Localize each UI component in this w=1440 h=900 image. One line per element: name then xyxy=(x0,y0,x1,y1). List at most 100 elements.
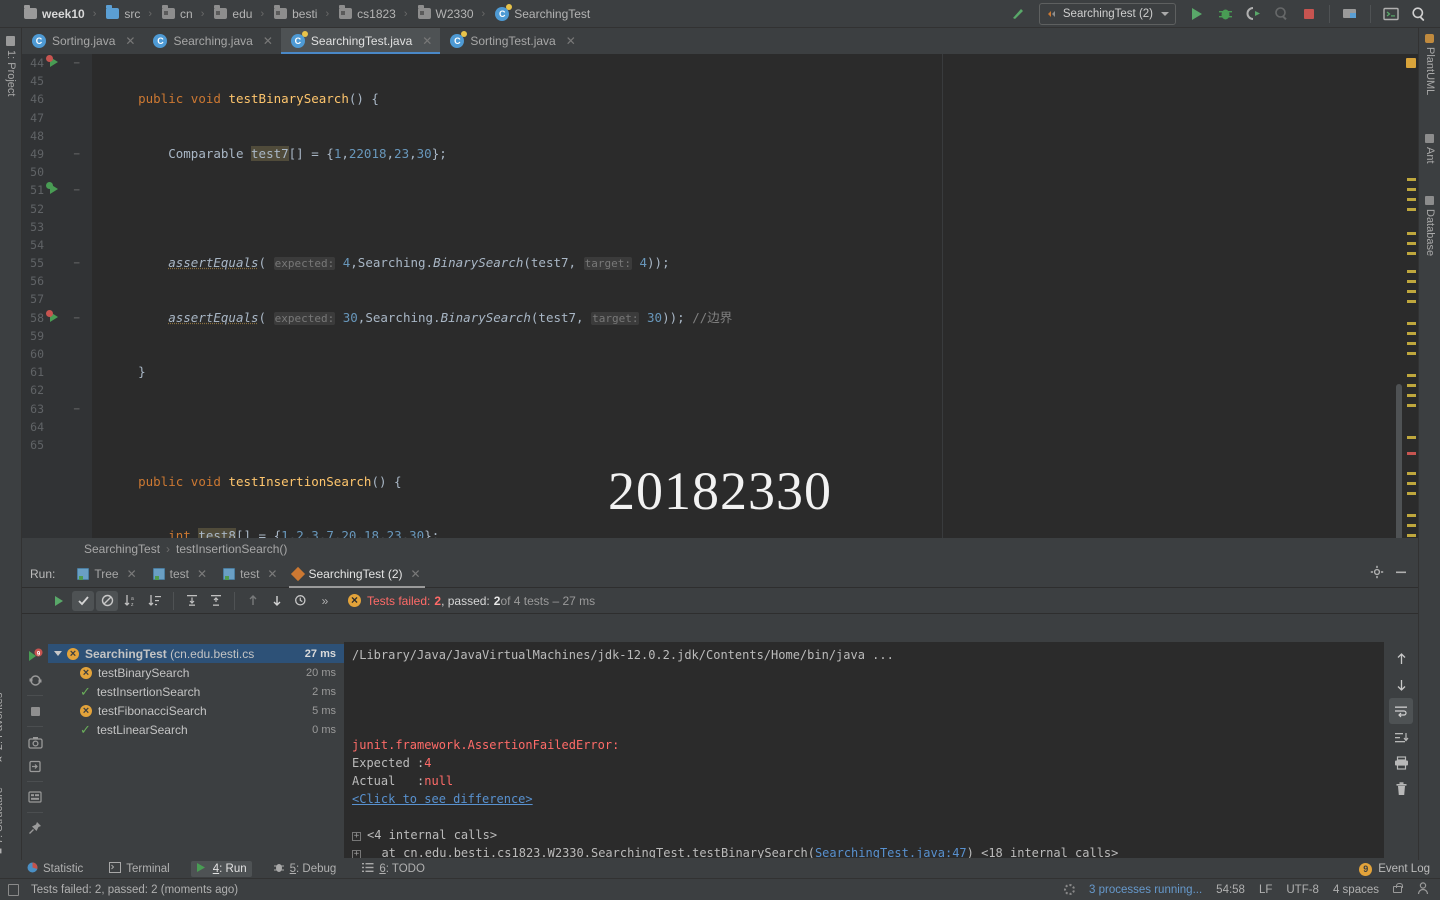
close-icon[interactable]: ✕ xyxy=(422,34,432,48)
scroll-to-end-icon[interactable] xyxy=(1389,724,1413,750)
sidebar-item-database[interactable]: Database xyxy=(1424,196,1436,256)
sort-alphabetically-icon[interactable]: az xyxy=(120,591,142,611)
stack-trace-link[interactable]: SearchingTest.java:47 xyxy=(815,846,967,858)
code-editor[interactable]: 44 ─ 45 46 47 48 49 ─ 50 51 ─ 52 53 54 55 ─ … xyxy=(22,54,1418,538)
breadcrumb-item-w2330[interactable]: W2330 › xyxy=(416,0,494,28)
fold-close-icon[interactable]: ─ xyxy=(74,150,79,160)
scroll-down-icon[interactable] xyxy=(1389,672,1413,698)
run-tab-test-2[interactable]: test ✕ xyxy=(215,560,285,588)
close-icon[interactable]: ✕ xyxy=(127,567,137,581)
bottom-tab-todo[interactable]: 6: TODO xyxy=(357,861,430,877)
prev-failed-icon[interactable] xyxy=(242,591,264,611)
collapse-all-icon[interactable] xyxy=(205,591,227,611)
console-output[interactable]: /Library/Java/JavaVirtualMachines/jdk-12… xyxy=(344,642,1384,858)
sidebar-item-plantuml[interactable]: PlantUML xyxy=(1424,34,1436,95)
run-tab-tree[interactable]: Tree ✕ xyxy=(69,560,144,588)
breadcrumb-method[interactable]: testInsertionSearch() xyxy=(176,542,287,556)
terminal-icon[interactable] xyxy=(1378,2,1404,26)
export-snapshot-icon[interactable] xyxy=(24,730,46,754)
hide-window-icon[interactable] xyxy=(1394,565,1408,582)
memory-indicator-icon[interactable] xyxy=(8,883,19,896)
soft-wrap-icon[interactable] xyxy=(1389,698,1413,724)
close-icon[interactable]: ✕ xyxy=(263,34,273,48)
editor-scrollbar-thumb[interactable] xyxy=(1396,384,1402,538)
close-icon[interactable]: ✕ xyxy=(267,567,277,581)
test-tree-item-binary[interactable]: testBinarySearch 20 ms xyxy=(48,663,344,682)
stop-icon[interactable] xyxy=(1296,2,1322,26)
breadcrumb-class[interactable]: SearchingTest xyxy=(84,542,160,556)
project-structure-icon[interactable] xyxy=(1337,2,1363,26)
fold-open-icon[interactable]: ─ xyxy=(74,314,79,324)
run-configuration-selector[interactable]: SearchingTest (2) xyxy=(1038,2,1176,25)
bottom-tab-terminal[interactable]: Terminal xyxy=(104,861,174,877)
breadcrumb-item-module[interactable]: week10 › xyxy=(22,0,104,28)
test-history-icon[interactable] xyxy=(290,591,312,611)
debug-icon[interactable] xyxy=(1212,2,1238,26)
close-icon[interactable]: ✕ xyxy=(125,34,135,48)
bottom-tab-run[interactable]: 4: Run xyxy=(190,861,252,877)
close-icon[interactable]: ✕ xyxy=(197,567,207,581)
tab-sorting-java[interactable]: Sorting.java ✕ xyxy=(22,28,143,54)
more-actions-icon[interactable]: » xyxy=(314,591,336,611)
breadcrumb-item-class[interactable]: SearchingTest xyxy=(493,0,592,28)
caret-position[interactable]: 54:58 xyxy=(1216,884,1245,896)
error-stripe[interactable] xyxy=(1404,54,1418,538)
background-processes-link[interactable]: 3 processes running... xyxy=(1089,884,1202,896)
inspection-profile-icon[interactable] xyxy=(1416,881,1430,898)
scroll-up-icon[interactable] xyxy=(1389,646,1413,672)
show-ignored-toggle[interactable] xyxy=(96,590,118,611)
line-separator[interactable]: LF xyxy=(1259,884,1272,896)
tab-sortingtest-java[interactable]: SortingTest.java ✕ xyxy=(440,28,583,54)
test-tree-item-fibonacci[interactable]: testFibonacciSearch 5 ms xyxy=(48,701,344,720)
fold-close-icon[interactable]: ─ xyxy=(74,405,79,415)
sidebar-item-favorites[interactable]: ★ 2: Favorites xyxy=(0,693,5,764)
test-results-tree[interactable]: SearchingTest (cn.edu.besti.cs 27 ms tes… xyxy=(48,642,344,858)
test-tree-item-insertion[interactable]: ✓ testInsertionSearch 2 ms xyxy=(48,682,344,701)
close-icon[interactable]: ✕ xyxy=(411,567,421,581)
indent-setting[interactable]: 4 spaces xyxy=(1333,884,1379,896)
print-icon[interactable] xyxy=(1389,750,1413,776)
rerun-automatically-icon[interactable] xyxy=(24,668,46,692)
rerun-failed-icon[interactable]: 9 xyxy=(24,644,46,668)
sidebar-item-ant[interactable]: Ant xyxy=(1424,134,1436,164)
tab-searching-java[interactable]: Searching.java ✕ xyxy=(143,28,280,54)
run-coverage-icon[interactable] xyxy=(1240,2,1266,26)
clear-all-icon[interactable] xyxy=(1389,776,1413,802)
test-tree-root[interactable]: SearchingTest (cn.edu.besti.cs 27 ms xyxy=(48,644,344,663)
build-icon[interactable] xyxy=(1005,2,1031,26)
search-everywhere-icon[interactable] xyxy=(1406,2,1432,26)
breadcrumb-item-edu[interactable]: edu › xyxy=(212,0,272,28)
run-icon[interactable] xyxy=(1184,2,1210,26)
sort-by-duration-icon[interactable] xyxy=(144,591,166,611)
bottom-tab-debug[interactable]: 5: Debug xyxy=(268,861,342,877)
chevron-down-icon[interactable] xyxy=(54,651,62,656)
breadcrumb-item-src[interactable]: src › xyxy=(104,0,160,28)
show-passed-toggle[interactable] xyxy=(72,590,94,611)
tab-searchingtest-java[interactable]: SearchingTest.java ✕ xyxy=(280,28,441,54)
rerun-tests-icon[interactable] xyxy=(48,591,70,611)
close-icon[interactable]: ✕ xyxy=(566,34,576,48)
run-tab-test-1[interactable]: test ✕ xyxy=(145,560,215,588)
lock-icon[interactable] xyxy=(1393,883,1403,893)
run-tab-searchingtest[interactable]: SearchingTest (2) ✕ xyxy=(285,560,428,588)
fold-close-icon[interactable]: ─ xyxy=(74,259,79,269)
console-internal-calls[interactable]: + <4 internal calls> xyxy=(352,826,1384,844)
next-failed-icon[interactable] xyxy=(266,591,288,611)
fold-open-icon[interactable]: ─ xyxy=(74,59,79,69)
settings-gear-icon[interactable] xyxy=(1370,565,1384,582)
stop-process-icon[interactable] xyxy=(24,699,46,723)
pin-tab-icon[interactable] xyxy=(24,816,46,840)
expand-icon[interactable]: + xyxy=(352,850,361,858)
breadcrumb-item-cs1823[interactable]: cs1823 › xyxy=(337,0,415,28)
bottom-tab-statistic[interactable]: Statistic xyxy=(22,861,88,877)
test-tree-item-linear[interactable]: ✓ testLinearSearch 0 ms xyxy=(48,720,344,739)
event-log-label[interactable]: Event Log xyxy=(1378,863,1430,875)
expand-icon[interactable]: + xyxy=(352,832,361,841)
import-tests-icon[interactable] xyxy=(24,754,46,778)
inspection-status-icon[interactable] xyxy=(1406,58,1416,68)
sidebar-item-project[interactable]: 1: Project xyxy=(5,36,17,96)
breadcrumb-item-cn[interactable]: cn › xyxy=(160,0,212,28)
expand-all-icon[interactable] xyxy=(181,591,203,611)
sidebar-item-structure[interactable]: ■ 7: Structure xyxy=(0,787,5,854)
test-report-icon[interactable] xyxy=(24,785,46,809)
